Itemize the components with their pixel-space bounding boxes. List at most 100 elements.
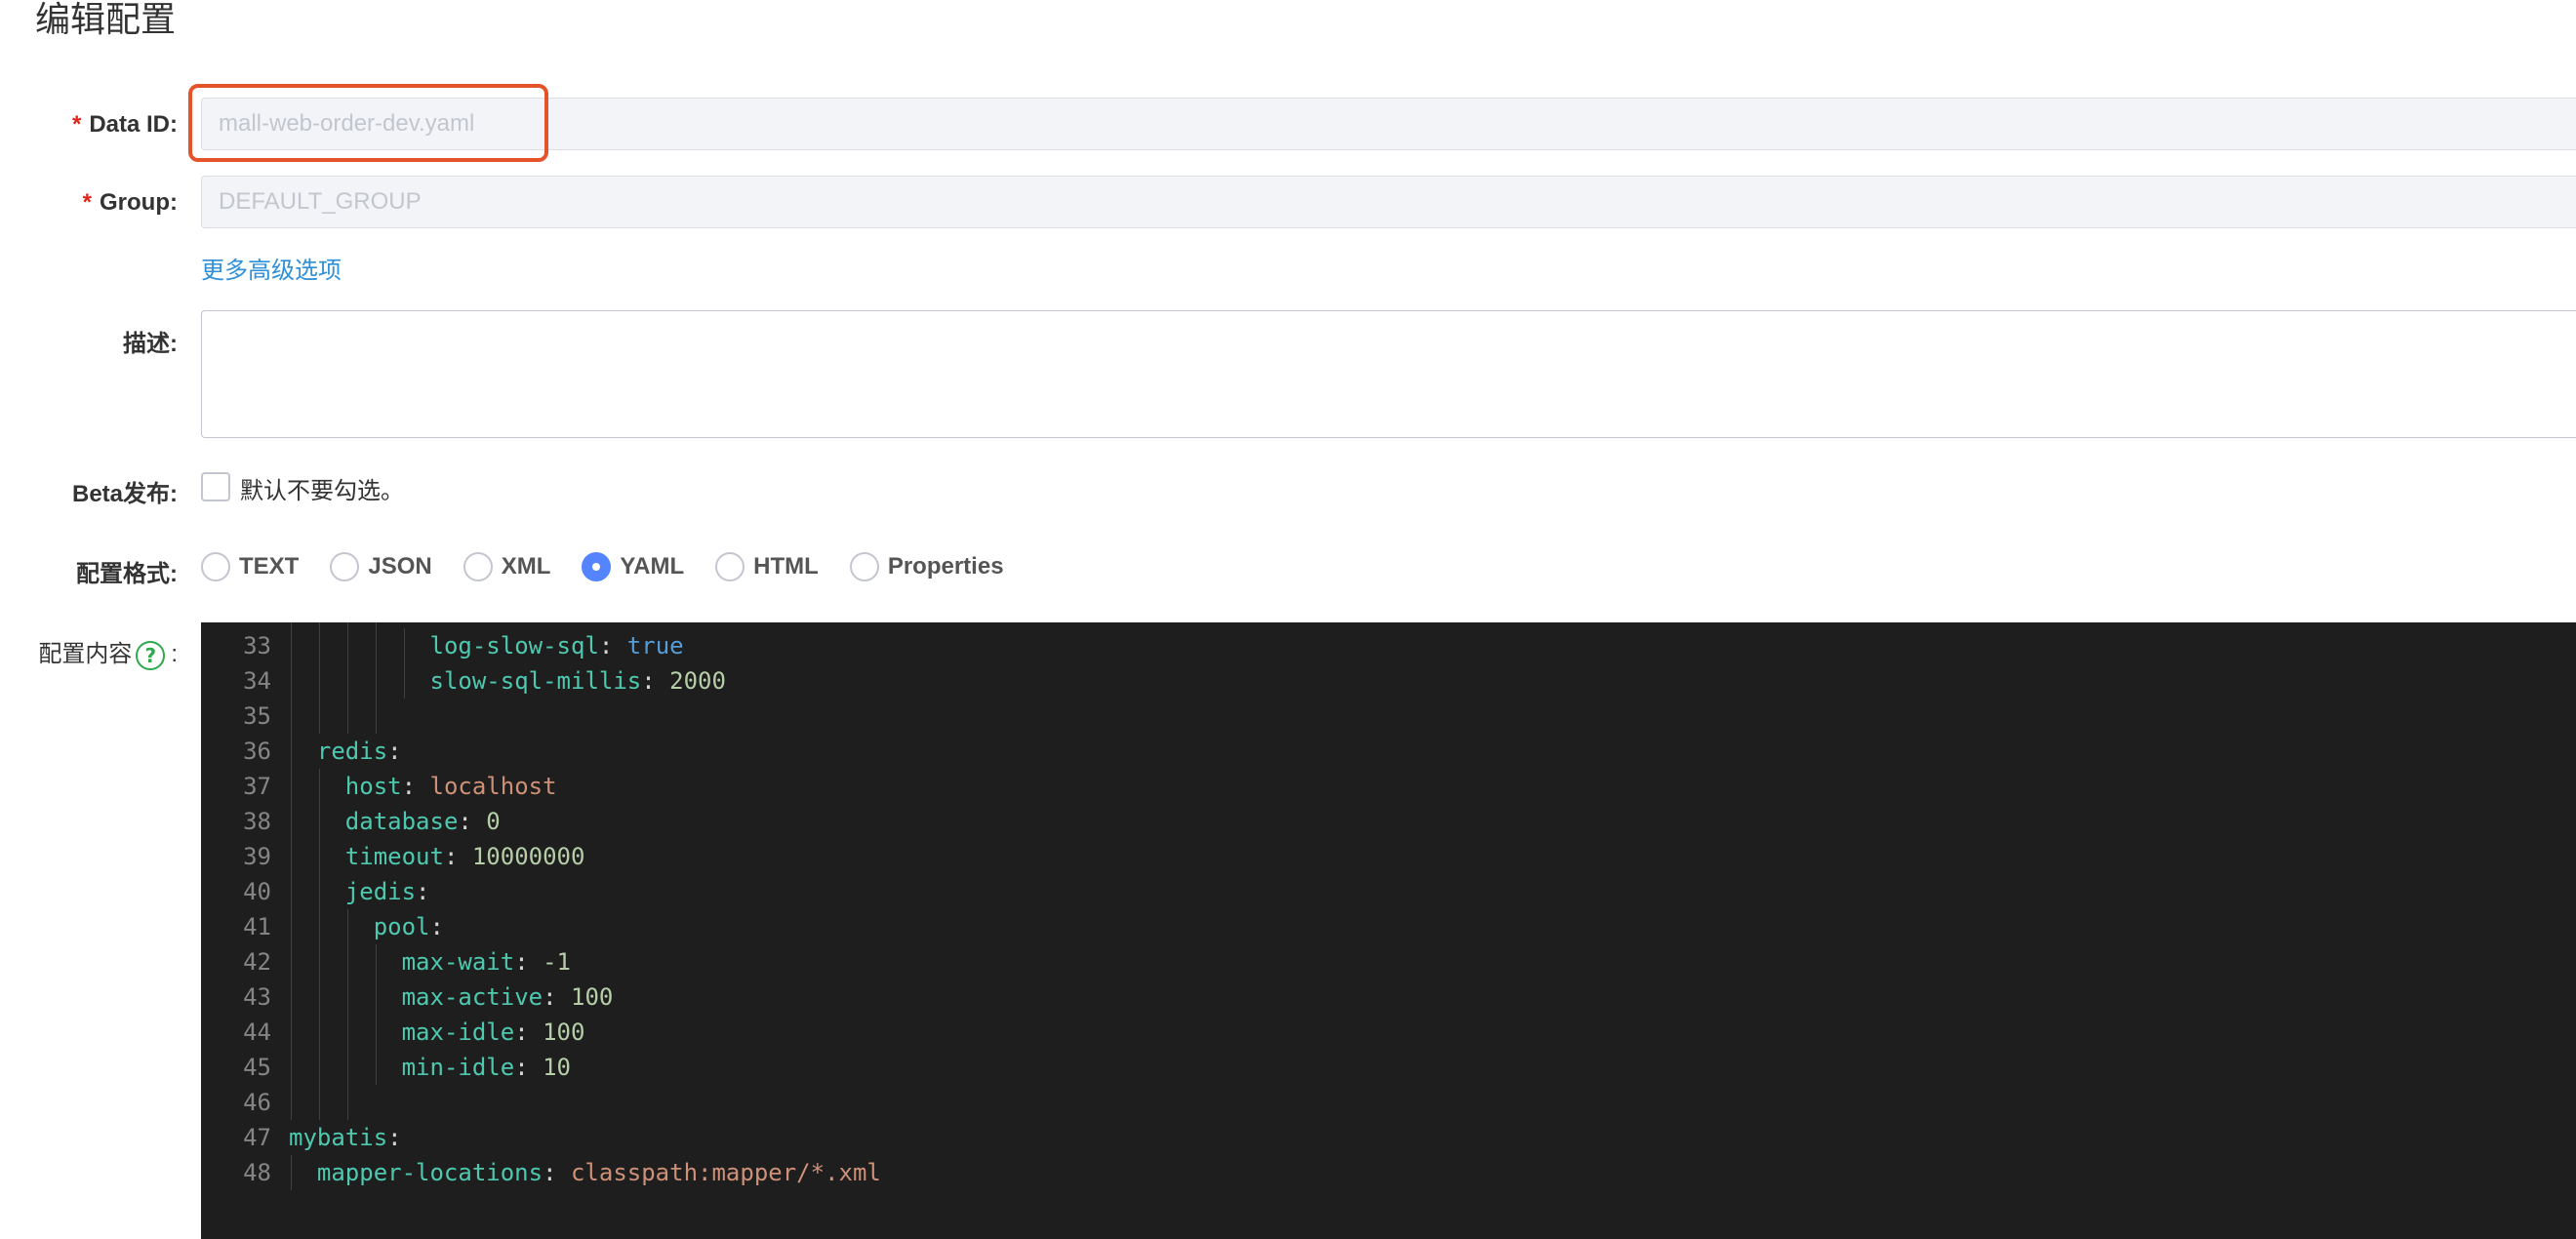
code-line: 37 host: localhost: [201, 769, 2576, 804]
indent-guide: [318, 839, 320, 874]
line-number: 44: [243, 1019, 271, 1046]
yaml-key: max-active: [401, 983, 543, 1011]
line-number: 45: [243, 1054, 271, 1081]
yaml-separator: :: [514, 1019, 543, 1046]
radio-circle[interactable]: [463, 552, 493, 581]
code-editor[interactable]: 33 log-slow-sql: true 34 slow-sql-millis: 2…: [201, 622, 2576, 1239]
indent-guide: [318, 1015, 320, 1050]
indent-guide: [318, 979, 320, 1015]
format-radio-yaml[interactable]: YAML: [582, 552, 684, 581]
format-radio-properties[interactable]: Properties: [849, 552, 1004, 581]
format-label: 配置格式:: [76, 561, 178, 587]
line-number: 37: [243, 773, 271, 800]
code-content: max-idle: 100: [402, 1015, 585, 1050]
advanced-options-link[interactable]: 更多高级选项: [201, 251, 342, 285]
yaml-separator: :: [429, 913, 444, 940]
indent-guide: [375, 979, 377, 1015]
code-content: database: 0: [345, 804, 501, 839]
code-content: host: localhost: [345, 769, 557, 804]
yaml-key: host: [344, 773, 402, 800]
group-value: DEFAULT_GROUP: [219, 188, 422, 215]
format-radio-text[interactable]: TEXT: [201, 552, 299, 581]
yaml-key: jedis: [344, 878, 417, 905]
indent-guide: [375, 699, 377, 734]
indent-guide: [318, 769, 320, 804]
description-textarea[interactable]: [201, 310, 2576, 438]
indent-guide: [318, 663, 320, 699]
yaml-value: 100: [543, 1019, 585, 1046]
yaml-value: -1: [543, 948, 571, 976]
indent-guide: [291, 804, 292, 839]
radio-label: JSON: [368, 553, 432, 580]
indent-guide: [318, 628, 320, 663]
indent-guide: [375, 628, 377, 663]
indent-guide: [346, 1050, 348, 1085]
indent-guide: [346, 699, 348, 734]
radio-circle[interactable]: [330, 552, 360, 581]
yaml-key: redis: [316, 738, 388, 765]
radio-circle[interactable]: [849, 552, 879, 581]
format-radio-json[interactable]: JSON: [330, 552, 432, 581]
yaml-key: log-slow-sql: [429, 632, 599, 659]
yaml-separator: :: [387, 1124, 402, 1151]
line-number: 43: [243, 983, 271, 1011]
format-radio-group: TEXT JSON XML YAML HTML Properties: [201, 551, 1035, 582]
code-line: 39 timeout: 10000000: [201, 839, 2576, 874]
code-line: 44 max-idle: 100: [201, 1015, 2576, 1050]
line-number: 35: [243, 702, 271, 730]
radio-label: HTML: [753, 553, 819, 580]
question-circle-icon[interactable]: ?: [136, 640, 166, 670]
radio-circle[interactable]: [201, 552, 230, 581]
indent-guide: [375, 1015, 377, 1050]
code-line: 33 log-slow-sql: true: [201, 628, 2576, 663]
yaml-value: classpath:mapper/*.xml: [570, 1159, 881, 1186]
code-content: mybatis:: [289, 1120, 402, 1155]
yaml-key: pool: [373, 913, 430, 940]
code-content: log-slow-sql: true: [430, 628, 684, 663]
format-radio-html[interactable]: HTML: [715, 552, 819, 581]
indent-guide: [291, 874, 292, 909]
yaml-key: mybatis: [289, 1124, 388, 1151]
code-line: 46: [201, 1085, 2576, 1120]
data-id-input[interactable]: mall-web-order-dev.yaml: [201, 98, 2576, 150]
yaml-separator: :: [514, 1054, 543, 1081]
indent-guide: [318, 944, 320, 979]
yaml-value: localhost: [429, 773, 557, 800]
format-radio-xml[interactable]: XML: [463, 552, 550, 581]
indent-guide: [346, 1085, 348, 1120]
beta-checkbox[interactable]: [201, 472, 230, 501]
beta-label: Beta发布:: [71, 481, 178, 507]
yaml-value: true: [626, 632, 684, 659]
required-mark: *: [82, 189, 93, 216]
code-content: slow-sql-millis: 2000: [430, 663, 726, 699]
code-line: 41 pool:: [201, 909, 2576, 944]
indent-guide: [318, 874, 320, 909]
code-line: 43 max-active: 100: [201, 979, 2576, 1015]
yaml-separator: :: [598, 632, 627, 659]
code-line: 47 mybatis:: [201, 1120, 2576, 1155]
code-content: min-idle: 10: [402, 1050, 571, 1085]
indent-guide: [291, 979, 292, 1015]
indent-guide: [318, 1085, 320, 1120]
yaml-key: mapper-locations: [316, 1159, 543, 1186]
indent-guide: [291, 734, 292, 769]
yaml-key: max-idle: [401, 1019, 515, 1046]
indent-guide: [346, 909, 348, 944]
indent-guide: [403, 628, 405, 663]
code-content: timeout: 10000000: [345, 839, 585, 874]
code-content: max-wait: -1: [402, 944, 571, 979]
radio-label: Properties: [887, 553, 1004, 580]
yaml-key: slow-sql-millis: [429, 667, 642, 695]
radio-circle[interactable]: [715, 552, 745, 581]
radio-circle[interactable]: [582, 552, 612, 581]
indent-guide: [346, 628, 348, 663]
line-number: 38: [243, 808, 271, 835]
yaml-separator: :: [514, 948, 543, 976]
indent-guide: [375, 944, 377, 979]
line-number: 39: [243, 843, 271, 870]
yaml-separator: :: [443, 843, 472, 870]
required-mark: *: [71, 111, 82, 138]
indent-guide: [291, 628, 292, 663]
indent-guide: [318, 1050, 320, 1085]
group-input[interactable]: DEFAULT_GROUP: [201, 176, 2576, 228]
